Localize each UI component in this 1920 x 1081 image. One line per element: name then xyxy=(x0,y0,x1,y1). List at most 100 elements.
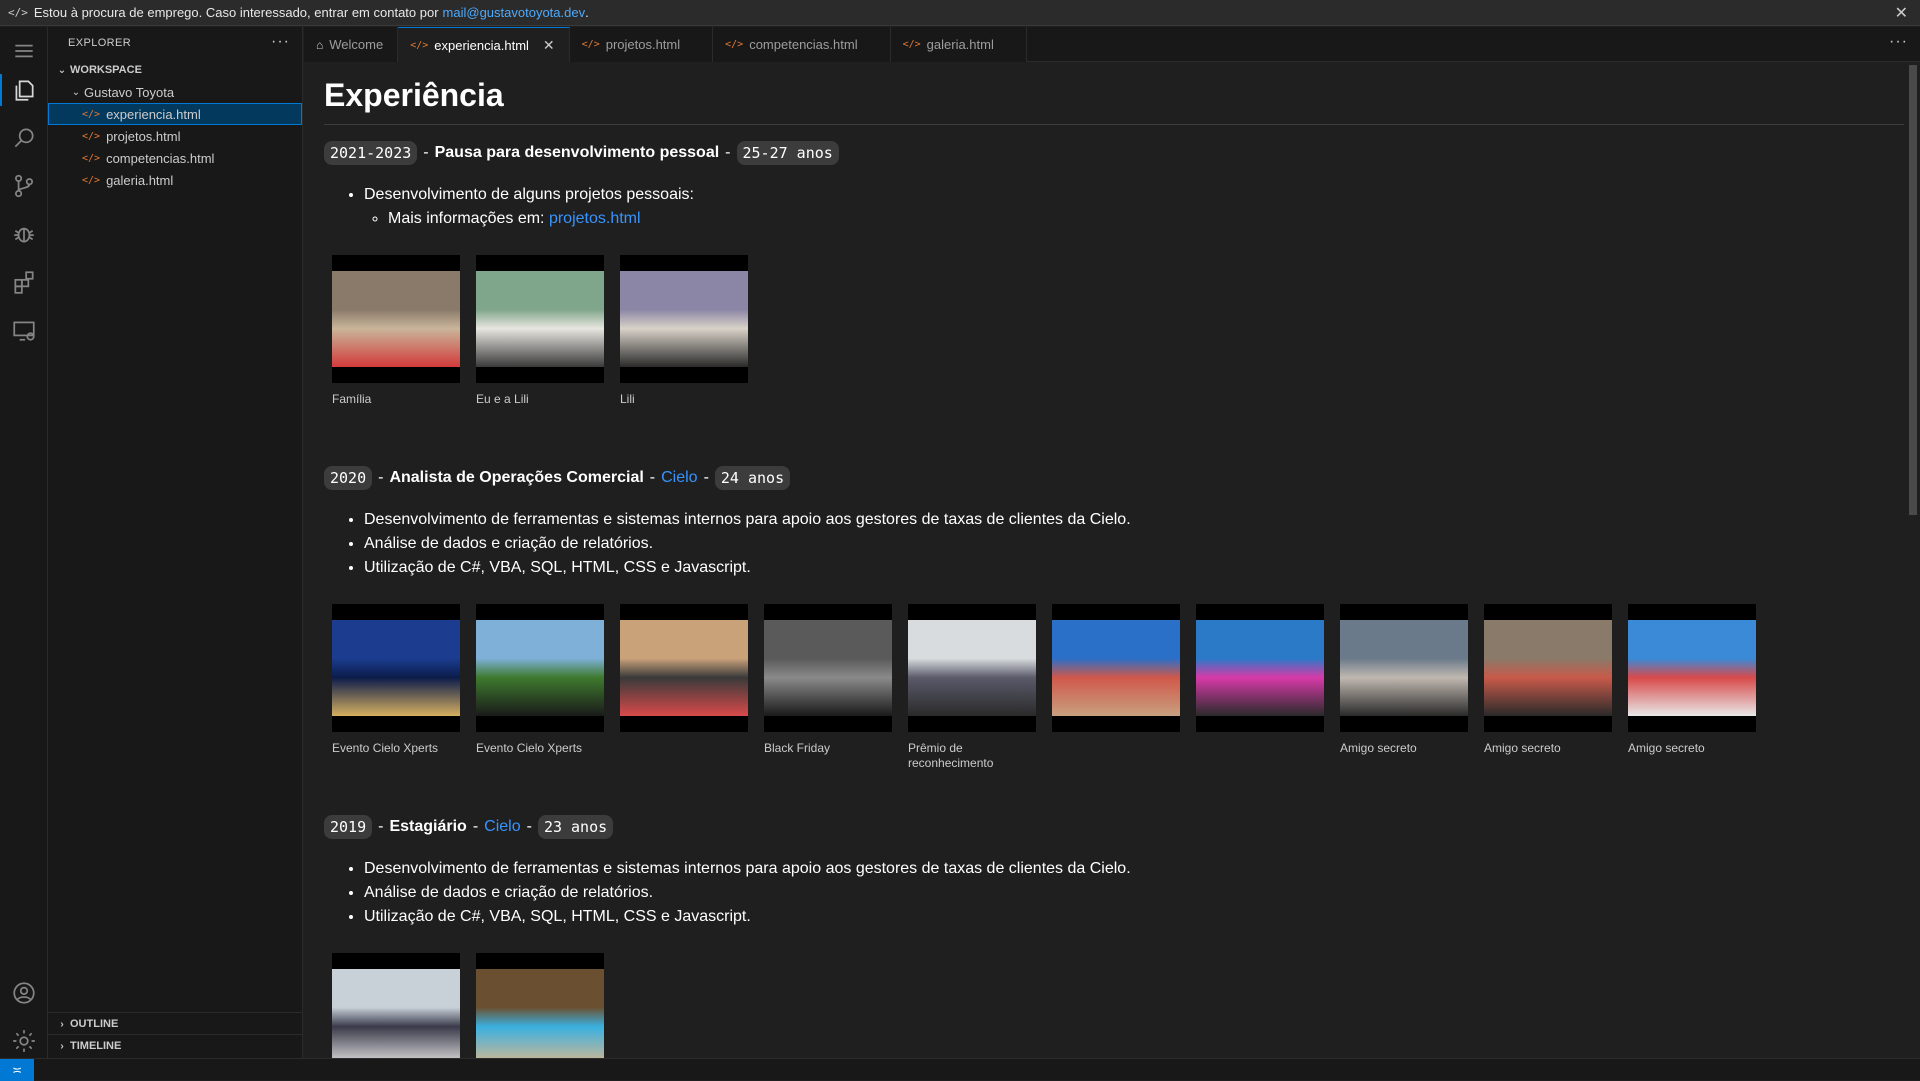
photo-frame xyxy=(764,604,892,732)
files-icon[interactable] xyxy=(0,66,48,114)
tab-experiencia[interactable]: </> experiencia.html ✕ xyxy=(398,27,570,62)
page-content: Experiência 2021-2023- Pausa para desenvo… xyxy=(324,77,1904,1058)
photo-image xyxy=(1340,620,1468,716)
role-title: Estagiário xyxy=(389,818,467,835)
account-icon[interactable] xyxy=(0,969,48,1017)
photo-frame xyxy=(1196,604,1324,732)
photo-image xyxy=(476,620,604,716)
photo-item[interactable]: Eu e a Lili xyxy=(476,255,604,422)
bullet-text: Análise de dados e criação de relatórios… xyxy=(364,535,654,552)
photo-image xyxy=(620,620,748,716)
photo-gallery: Evento Cielo Xperts Evento Cielo Xperts Bl… xyxy=(332,604,1904,771)
folder-label: Gustavo Toyota xyxy=(84,84,175,100)
remote-indicator[interactable]: ≍ xyxy=(0,1059,34,1081)
editor-scrollbar[interactable] xyxy=(1906,63,1920,1058)
close-icon[interactable]: ✕ xyxy=(543,37,555,54)
banner-suffix: . xyxy=(585,5,589,20)
photo-caption xyxy=(1196,741,1324,771)
experience-entry: 2021-2023- Pausa para desenvolvimento pes… xyxy=(324,141,1904,422)
separator: - xyxy=(378,469,384,486)
file-item[interactable]: </> projetos.html xyxy=(48,125,302,147)
sub-list: Mais informações em: projetos.html xyxy=(388,207,1904,231)
html-file-icon: </> xyxy=(82,174,101,186)
html-file-icon: </> xyxy=(902,39,921,50)
explorer-header: EXPLORER ··· xyxy=(48,27,302,59)
separator: - xyxy=(526,818,532,835)
photo-item[interactable]: Evento Cielo Xperts xyxy=(476,604,604,771)
photo-item[interactable] xyxy=(476,953,604,1058)
page-title: Experiência xyxy=(324,77,1904,125)
tab-welcome[interactable]: ⌂ Welcome xyxy=(304,27,399,62)
photo-frame xyxy=(476,255,604,383)
photo-gallery: Família Eu e a Lili Lili xyxy=(332,255,1904,422)
debug-icon[interactable] xyxy=(0,210,48,258)
workspace-section[interactable]: ⌄ WORKSPACE xyxy=(48,59,302,81)
years-badge: 2019 xyxy=(324,815,373,839)
file-label: competencias.html xyxy=(106,150,215,166)
photo-caption xyxy=(620,741,748,771)
more-actions-icon[interactable]: ··· xyxy=(271,33,290,51)
search-icon[interactable] xyxy=(0,114,48,162)
photo-frame xyxy=(908,604,1036,732)
entry-header: 2020- Analista de Operações Comercial - Cie… xyxy=(324,466,1904,490)
photo-frame xyxy=(1628,604,1756,732)
tab-galeria[interactable]: </> galeria.html xyxy=(890,27,1027,62)
sub-item: Mais informações em: projetos.html xyxy=(388,207,1904,231)
file-item[interactable]: </> experiencia.html xyxy=(48,103,302,125)
years-badge: 2021-2023 xyxy=(324,141,418,165)
html-file-icon: </> xyxy=(725,39,744,50)
photo-item[interactable]: Amigo secreto xyxy=(1340,604,1468,771)
scrollbar-thumb[interactable] xyxy=(1909,65,1917,515)
photo-item[interactable] xyxy=(620,604,748,771)
file-item[interactable]: </> competencias.html xyxy=(48,147,302,169)
tab-competencias[interactable]: </> competencias.html xyxy=(713,27,891,62)
remote-explorer-icon[interactable] xyxy=(0,306,48,354)
photo-item[interactable] xyxy=(1052,604,1180,771)
tab-projetos[interactable]: </> projetos.html xyxy=(569,27,714,62)
photo-image xyxy=(908,620,1036,716)
html-file-icon: </> xyxy=(581,39,600,50)
timeline-section[interactable]: › TIMELINE xyxy=(48,1034,302,1057)
html-file-icon: </> xyxy=(82,130,101,142)
photo-image xyxy=(620,271,748,367)
chevron-down-icon: ⌄ xyxy=(57,64,67,76)
photo-caption: Família xyxy=(332,392,372,406)
chevron-down-icon: ⌄ xyxy=(71,86,81,98)
close-icon[interactable]: ✕ xyxy=(1895,3,1908,23)
bullet-text: Desenvolvimento de ferramentas e sistema… xyxy=(364,860,1131,877)
bullet-item: Desenvolvimento de alguns projetos pesso… xyxy=(364,183,1904,231)
tab-label: projetos.html xyxy=(605,37,681,52)
file-item[interactable]: </> galeria.html xyxy=(48,169,302,191)
projetos-link[interactable]: projetos.html xyxy=(549,210,641,227)
company-link[interactable]: Cielo xyxy=(661,469,697,487)
age-badge: 24 anos xyxy=(714,466,791,490)
photo-item[interactable]: Amigo secreto xyxy=(1628,604,1756,771)
source-control-icon[interactable] xyxy=(0,162,48,210)
banner-email-link[interactable]: mail@gustavotoyota.dev xyxy=(443,5,586,20)
entry-header: 2019- Estagiário - Cielo -23 anos xyxy=(324,815,1904,839)
photo-frame xyxy=(1484,604,1612,732)
tab-more-actions-icon[interactable]: ··· xyxy=(1889,33,1908,51)
photo-item[interactable]: Família xyxy=(332,255,460,422)
bullet-text: Utilização de C#, VBA, SQL, HTML, CSS e … xyxy=(364,908,751,925)
bullet-item: Desenvolvimento de ferramentas e sistema… xyxy=(364,857,1904,881)
photo-item[interactable]: Black Friday xyxy=(764,604,892,771)
company-link[interactable]: Cielo xyxy=(484,818,520,836)
photo-item[interactable]: Evento Cielo Xperts xyxy=(332,604,460,771)
photo-item[interactable]: Prêmio de reconhecimento xyxy=(908,604,1036,771)
bullet-item: Desenvolvimento de ferramentas e sistema… xyxy=(364,508,1904,532)
extensions-icon[interactable] xyxy=(0,258,48,306)
age-badge: 25-27 anos xyxy=(736,141,839,165)
photo-item[interactable]: Lili xyxy=(620,255,748,422)
photo-item[interactable] xyxy=(1196,604,1324,771)
editor-area: Experiência 2021-2023- Pausa para desenvo… xyxy=(304,63,1920,1058)
entry-header: 2021-2023- Pausa para desenvolvimento pes… xyxy=(324,141,1904,165)
folder-gustavo-toyota[interactable]: ⌄ Gustavo Toyota xyxy=(48,81,302,103)
separator: - xyxy=(725,144,731,161)
photo-item[interactable] xyxy=(332,953,460,1058)
html-file-icon: </> xyxy=(82,152,101,164)
explorer-title: EXPLORER xyxy=(68,37,132,49)
photo-image xyxy=(764,620,892,716)
outline-section[interactable]: › OUTLINE xyxy=(48,1012,302,1035)
photo-item[interactable]: Amigo secreto xyxy=(1484,604,1612,771)
